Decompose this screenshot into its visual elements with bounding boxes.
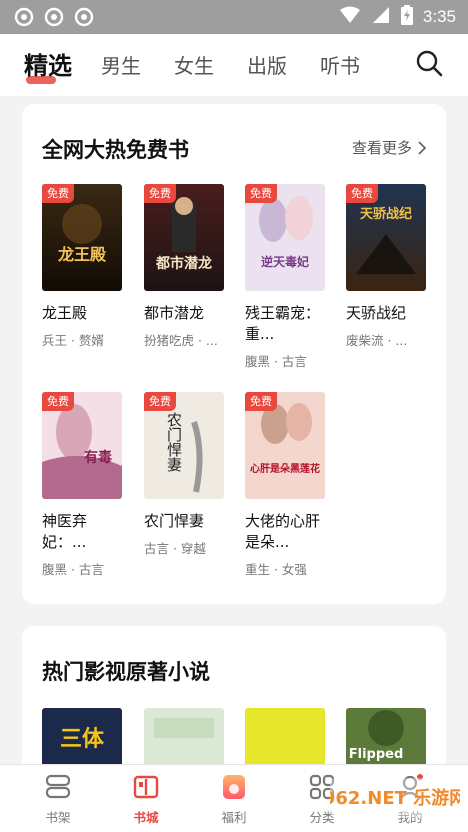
book-cover: 有毒 免费	[42, 392, 122, 499]
top-tab-bar: 精选 男生 女生 出版 听书	[0, 34, 468, 96]
section-title: 全网大热免费书	[42, 138, 189, 162]
status-bar: 3:35	[0, 0, 468, 34]
book-title: 大佬的心肝是朵...	[245, 512, 321, 551]
book-tags: 兵王 · 赘婿	[42, 333, 104, 348]
book-card[interactable]: 心肝是朵黑莲花 免费 大佬的心肝是朵... 重生 · 女强	[245, 392, 327, 578]
tab-featured[interactable]: 精选	[24, 46, 72, 81]
book-cover: 天骄战纪 免费	[346, 184, 426, 291]
book-tags: 古言 · 穿越	[144, 541, 206, 556]
book-card[interactable]: 天骄战纪 免费 天骄战纪 废柴流 · ...	[346, 184, 428, 349]
free-badge: 免费	[144, 392, 176, 411]
free-badge: 免费	[42, 184, 74, 203]
book-tags: 废柴流 · ...	[346, 333, 408, 348]
book-card[interactable]: 农门悍妻 免费 农门悍妻 古言 · 穿越	[144, 392, 226, 557]
svg-text:农门悍妻: 农门悍妻	[165, 412, 183, 473]
clock: 3:35	[422, 7, 456, 26]
signal-icon	[371, 6, 391, 28]
book-title: 残王霸宠：重...	[245, 304, 321, 343]
book-cover: 都市潜龙 免费	[144, 184, 224, 291]
book-tags: 扮猪吃虎 · ...	[144, 333, 218, 348]
svg-text:有毒: 有毒	[84, 449, 112, 466]
free-badge: 免费	[346, 184, 378, 203]
svg-text:心肝是朵黑莲花: 心肝是朵黑莲花	[250, 462, 320, 475]
tv-adaptation-section: 热门影视原著小说 三体 Flipped	[22, 626, 446, 786]
nav-bookstore[interactable]: 书城	[106, 765, 186, 832]
book-title: 农门悍妻	[144, 512, 205, 530]
tab-fade	[378, 34, 408, 96]
free-badge: 免费	[245, 184, 277, 203]
nav-bookshelf[interactable]: 书架	[18, 765, 98, 832]
gift-icon	[223, 775, 245, 799]
section-title: 热门影视原著小说	[42, 660, 210, 684]
svg-text:天骄战纪: 天骄战纪	[360, 206, 412, 222]
free-books-section: 全网大热免费书 查看更多 龙王殿 免费 龙王殿 兵王 · 赘婿 都市潜龙 免费 …	[22, 104, 446, 604]
svg-text:Flipped: Flipped	[349, 747, 404, 762]
bookstore-icon	[133, 775, 159, 799]
battery-icon	[400, 5, 413, 29]
book-cover: 逆天毒妃 免费	[245, 184, 325, 291]
search-button[interactable]	[414, 48, 444, 78]
tab-audiobook[interactable]: 听书	[320, 50, 360, 79]
book-card[interactable]: 龙王殿 免费 龙王殿 兵王 · 赘婿	[42, 184, 124, 349]
nav-welfare[interactable]: 福利	[194, 765, 274, 832]
book-tags: 腹黑 · 古言	[42, 562, 104, 577]
book-card[interactable]: 逆天毒妃 免费 残王霸宠：重... 腹黑 · 古言	[245, 184, 327, 370]
search-icon	[416, 50, 443, 77]
svg-text:逆天毒妃: 逆天毒妃	[261, 254, 309, 269]
book-title: 龙王殿	[42, 304, 88, 322]
book-card[interactable]: 有毒 免费 神医弃妃：... 腹黑 · 古言	[42, 392, 124, 578]
tab-female[interactable]: 女生	[174, 50, 214, 79]
book-title: 都市潜龙	[144, 304, 205, 322]
free-badge: 免费	[42, 392, 74, 411]
svg-text:三体: 三体	[60, 727, 105, 752]
sync-icon	[74, 7, 94, 27]
book-tags: 腹黑 · 古言	[245, 354, 307, 369]
book-card[interactable]: 都市潜龙 免费 都市潜龙 扮猪吃虎 · ...	[144, 184, 226, 349]
watermark: 962.NET 乐游网	[323, 778, 467, 818]
sync-icon	[44, 7, 64, 27]
svg-text:龙王殿: 龙王殿	[57, 245, 107, 264]
book-title: 天骄战纪	[346, 304, 407, 322]
book-tags: 重生 · 女强	[245, 562, 307, 577]
free-badge: 免费	[144, 184, 176, 203]
bookshelf-icon	[45, 774, 71, 799]
svg-text:都市潜龙: 都市潜龙	[155, 255, 212, 272]
free-badge: 免费	[245, 392, 277, 411]
book-title: 神医弃妃：...	[42, 512, 88, 551]
see-more-link[interactable]: 查看更多	[352, 137, 426, 158]
book-cover: 农门悍妻 免费	[144, 392, 224, 499]
tab-publish[interactable]: 出版	[247, 50, 287, 79]
svg-text:962.NET 乐游网: 962.NET 乐游网	[330, 787, 460, 809]
book-cover: 心肝是朵黑莲花 免费	[245, 392, 325, 499]
chevron-right-icon	[418, 140, 426, 155]
tab-male[interactable]: 男生	[101, 50, 141, 79]
wifi-icon	[339, 6, 361, 28]
book-cover: 龙王殿 免费	[42, 184, 122, 291]
sync-icon	[14, 7, 34, 27]
